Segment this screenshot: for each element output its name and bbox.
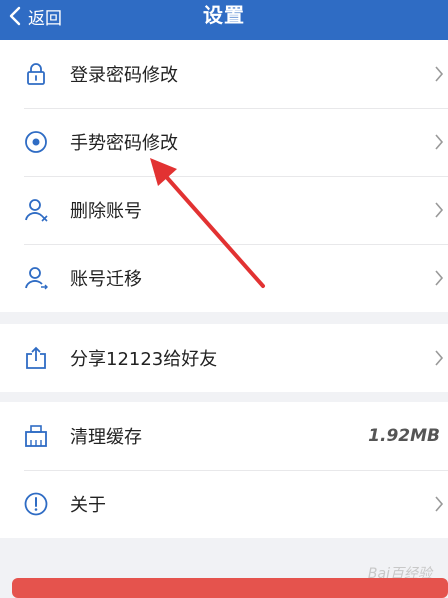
setting-label: 分享12123给好友: [70, 349, 218, 370]
setting-label: 清理缓存: [70, 427, 142, 448]
setting-label: 删除账号: [70, 201, 142, 222]
gesture-icon: [22, 128, 50, 156]
setting-label: 登录密码修改: [70, 65, 178, 86]
user-migrate-icon: [22, 264, 50, 292]
logout-button[interactable]: [12, 578, 448, 598]
settings-group-misc: 清理缓存 1.92MB 关于: [0, 402, 448, 538]
chevron-right-icon: [434, 133, 444, 151]
setting-share-app[interactable]: 分享12123给好友: [0, 324, 448, 392]
chevron-right-icon: [434, 65, 444, 83]
user-delete-icon: [22, 196, 50, 224]
setting-label: 账号迁移: [70, 269, 142, 290]
page-title: 设置: [203, 3, 245, 27]
setting-login-password[interactable]: 登录密码修改: [0, 40, 448, 108]
lock-icon: [22, 60, 50, 88]
share-icon: [22, 344, 50, 372]
setting-delete-account[interactable]: 删除账号: [0, 176, 448, 244]
settings-group-share: 分享12123给好友: [0, 324, 448, 392]
cache-size-value: 1.92MB: [368, 426, 440, 446]
broom-icon: [22, 422, 50, 450]
chevron-right-icon: [434, 495, 444, 513]
chevron-right-icon: [434, 349, 444, 367]
chevron-right-icon: [434, 269, 444, 287]
setting-migrate-account[interactable]: 账号迁移: [0, 244, 448, 312]
settings-group-account: 登录密码修改 手势密码修改 删除账号 账号迁移: [0, 40, 448, 312]
setting-gesture-password[interactable]: 手势密码修改: [0, 108, 448, 176]
nav-header: 返回 设置: [0, 0, 448, 40]
setting-label: 手势密码修改: [70, 133, 178, 154]
setting-label: 关于: [70, 495, 106, 516]
chevron-right-icon: [434, 201, 444, 219]
info-icon: [22, 490, 50, 518]
setting-clear-cache[interactable]: 清理缓存 1.92MB: [0, 402, 448, 470]
setting-about[interactable]: 关于: [0, 470, 448, 538]
